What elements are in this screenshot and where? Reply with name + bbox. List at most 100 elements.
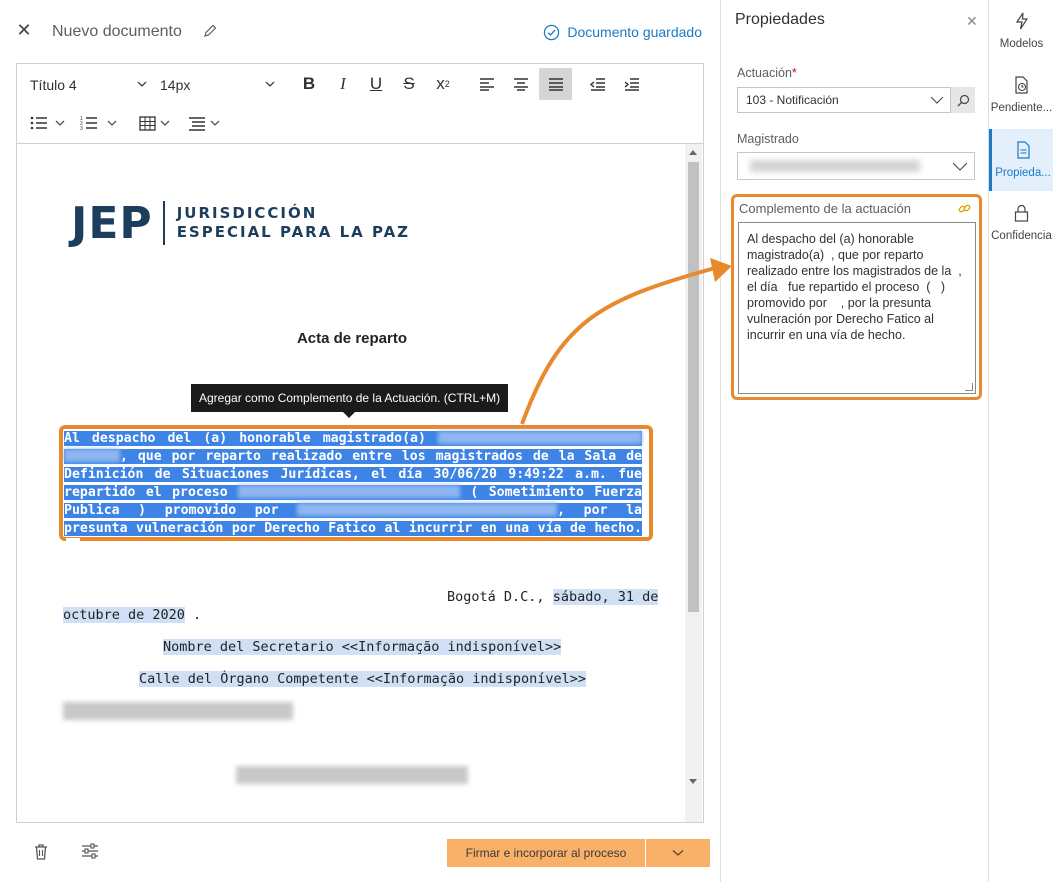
- chevron-down-icon: [265, 81, 275, 87]
- clock-document-icon: [1014, 76, 1028, 94]
- italic-icon[interactable]: I: [328, 68, 358, 100]
- redacted-line: [236, 766, 468, 784]
- date-line-2: octubre de 2020 .: [63, 607, 201, 623]
- sign-options-dropdown[interactable]: [646, 839, 710, 867]
- search-button[interactable]: [951, 87, 975, 113]
- numbered-list-button[interactable]: 123: [80, 111, 118, 135]
- redacted-name: [64, 449, 120, 462]
- sign-and-attach-button[interactable]: Firmar e incorporar al proceso: [447, 839, 645, 867]
- chevron-down-icon: [672, 850, 684, 856]
- magistrado-select[interactable]: [737, 152, 975, 180]
- complemento-textarea[interactable]: Al despacho del (a) honorable magistrado…: [738, 222, 976, 394]
- selected-paragraph[interactable]: Al despacho del (a) honorable magistrado…: [64, 430, 642, 556]
- pencil-icon[interactable]: [202, 23, 218, 39]
- logo-text: JURISDICCIÓN ESPECIAL PARA LA PAZ: [177, 204, 410, 242]
- scrollbar-thumb[interactable]: [688, 162, 699, 612]
- chevron-down-icon: [55, 120, 65, 126]
- logo-mark: JEP: [71, 197, 153, 249]
- logo-line-1: JURISDICCIÓN: [176, 204, 318, 222]
- heading-select[interactable]: Título 4: [30, 74, 148, 96]
- address-line: Calle del Órgano Competente <<Informação…: [139, 671, 587, 687]
- check-circle-icon: [544, 24, 560, 40]
- chevron-down-icon: [952, 162, 968, 171]
- lightning-icon: [1015, 12, 1028, 30]
- document-icon: [1016, 141, 1030, 159]
- redacted-value: [750, 160, 920, 172]
- tooltip: Agregar como Complemento de la Actuación…: [191, 384, 509, 418]
- nav-item-label: Modelos: [999, 38, 1044, 50]
- editor-header: ✕ Nuevo documento Documento guardado: [0, 0, 720, 62]
- redacted-promoter: [297, 503, 558, 516]
- align-center-icon[interactable]: [506, 68, 536, 100]
- properties-title: Propiedades: [735, 11, 825, 28]
- trash-icon[interactable]: [33, 843, 49, 866]
- complemento-label: Complemento de la actuación: [739, 201, 911, 216]
- strikethrough-icon[interactable]: S: [394, 68, 424, 100]
- sliders-icon[interactable]: [81, 843, 99, 864]
- underline-icon[interactable]: U: [361, 68, 391, 100]
- document-heading: Acta de reparto: [296, 330, 408, 347]
- document-title: Nuevo documento: [52, 23, 182, 40]
- magistrado-label: Magistrado: [737, 132, 799, 146]
- scroll-down-icon[interactable]: [689, 779, 697, 784]
- nav-item-propiedades[interactable]: Propieda...: [989, 129, 1053, 191]
- redacted-line: [63, 702, 293, 720]
- document-canvas[interactable]: JEP JURISDICCIÓN ESPECIAL PARA LA PAZ Ac…: [16, 143, 704, 823]
- close-icon[interactable]: ✕: [966, 13, 978, 30]
- actuacion-label: Actuación*: [737, 66, 797, 80]
- font-size-select[interactable]: 14px: [160, 74, 276, 96]
- nav-item-modelos[interactable]: Modelos: [989, 0, 1053, 62]
- table-button[interactable]: [139, 111, 171, 135]
- align-justify-icon[interactable]: [539, 68, 572, 100]
- chevron-down-icon: [210, 120, 220, 126]
- lock-icon: [1014, 204, 1029, 222]
- bold-icon[interactable]: B: [294, 68, 324, 100]
- numbered-list-icon: 123: [80, 116, 97, 131]
- saved-status: Documento guardado: [543, 22, 702, 42]
- properties-panel: Propiedades ✕ Actuación* 103 - Notificac…: [720, 0, 988, 882]
- table-icon: [139, 115, 156, 131]
- date-text-end: .: [184, 607, 202, 623]
- date-text-b: octubre de 2020: [63, 607, 185, 623]
- paragraph-format-button[interactable]: [188, 111, 221, 135]
- side-navigation: Modelos Pendiente... Propieda... Confide…: [988, 0, 1053, 882]
- vertical-scrollbar[interactable]: [685, 144, 702, 822]
- date-text-a: sábado, 31 de: [552, 589, 659, 605]
- resize-grip-icon[interactable]: [965, 383, 973, 391]
- saved-status-label: Documento guardado: [567, 24, 702, 40]
- nav-item-label: Pendiente...: [990, 102, 1053, 114]
- search-icon: [957, 94, 969, 106]
- chevron-down-icon: [137, 81, 147, 87]
- actuacion-select[interactable]: 103 - Notificación: [737, 87, 951, 113]
- nav-item-confidencial[interactable]: Confidencia: [989, 192, 1053, 254]
- redacted-name: [437, 431, 642, 444]
- editor-footer: Firmar e incorporar al proceso: [0, 826, 720, 882]
- indent-icon[interactable]: [617, 68, 647, 100]
- formatting-toolbar: Título 4 14px B I U S x2 1 2 3: [16, 63, 704, 143]
- date-line: Bogotá D.C., sábado, 31 de: [447, 589, 659, 605]
- logo-divider: [162, 201, 165, 245]
- logo-line-2: ESPECIAL PARA LA PAZ: [176, 223, 411, 241]
- city-text: Bogotá D.C.,: [447, 589, 545, 605]
- secretary-line: Nombre del Secretario <<Informação indis…: [163, 639, 562, 655]
- nav-item-pendientes[interactable]: Pendiente...: [989, 64, 1053, 126]
- align-left-icon[interactable]: [472, 68, 502, 100]
- link-icon[interactable]: [958, 202, 971, 220]
- editor-pane: ✕ Nuevo documento Documento guardado Tít…: [0, 0, 720, 882]
- complemento-field-frame: Complemento de la actuación Al despacho …: [731, 194, 982, 400]
- nav-item-label: Confidencia: [991, 230, 1052, 242]
- outdent-icon[interactable]: [583, 68, 613, 100]
- text-cursor-block: [66, 538, 80, 553]
- redacted-process: [238, 485, 461, 498]
- required-marker: *: [791, 66, 797, 80]
- chevron-down-icon: [107, 120, 117, 126]
- bullet-list-button[interactable]: [30, 111, 66, 135]
- scroll-up-icon[interactable]: [689, 150, 697, 155]
- chevron-down-icon: [930, 96, 944, 104]
- actuacion-label-text: Actuación: [737, 66, 792, 80]
- paragraph-list-icon: [189, 116, 205, 131]
- actuacion-select-value: 103 - Notificación: [746, 93, 839, 107]
- selected-text-1: Al despacho del (a) honorable magistrado…: [64, 431, 426, 446]
- superscript-icon[interactable]: x2: [428, 68, 458, 100]
- close-icon[interactable]: ✕: [16, 21, 32, 39]
